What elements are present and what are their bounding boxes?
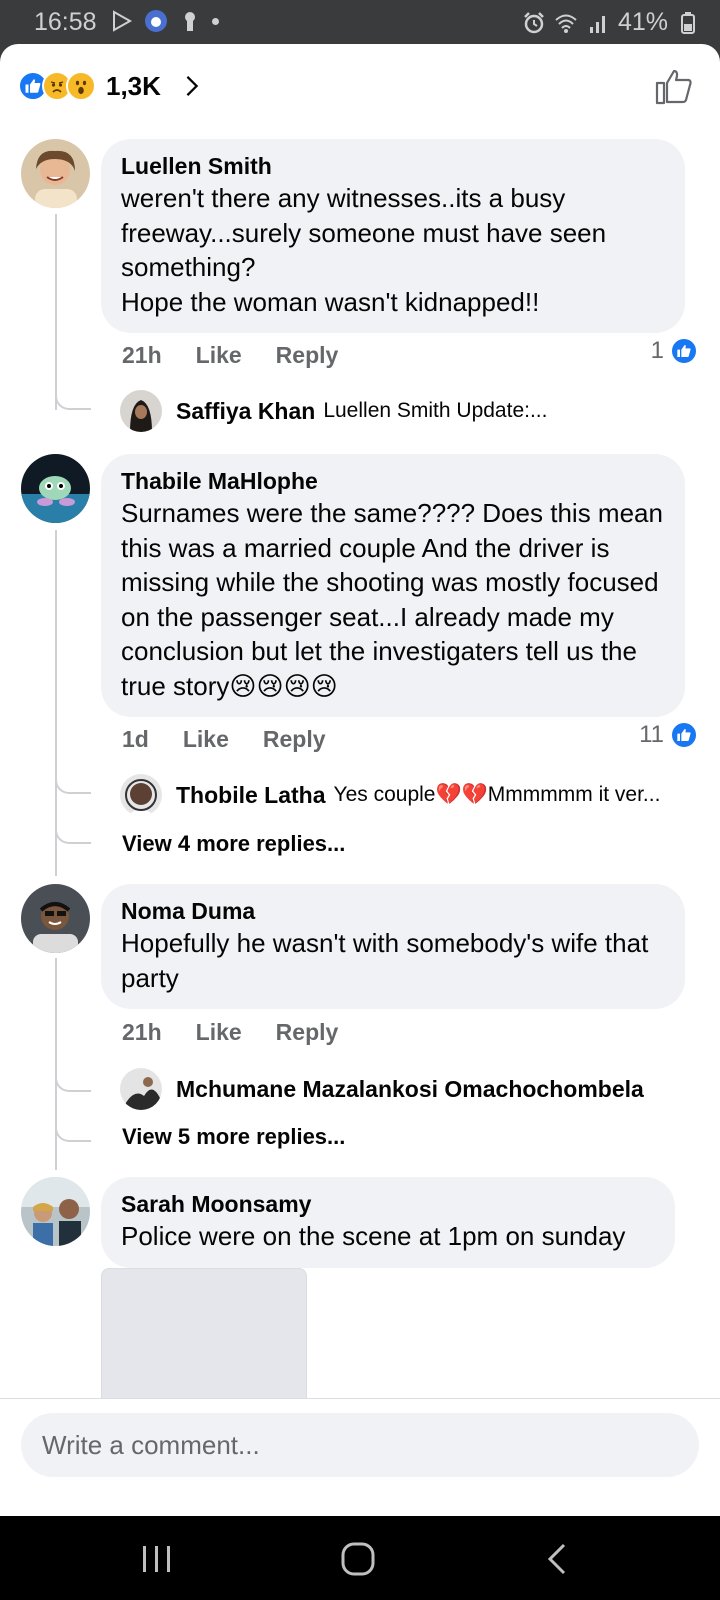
reaction-count: 1,3K [106,70,161,101]
view-more-replies-link[interactable]: View 4 more replies... [122,831,345,857]
like-post-icon[interactable] [654,66,694,106]
reply-author: Mchumane Mazalankosi Omachochombela [176,1075,644,1102]
comment-text: Surnames were the same???? Does this mea… [121,498,663,701]
status-bar: 16:58 41% [0,0,720,46]
like-button[interactable]: Like [196,1019,242,1046]
reply-button[interactable]: Reply [263,726,326,753]
comment-like-count[interactable]: 1 [651,337,698,365]
thread-line [55,530,57,876]
avatar [120,1068,162,1110]
comment-like-count[interactable]: 11 [639,721,698,749]
thread-line [55,958,57,1170]
avatar[interactable] [21,884,90,953]
like-reaction-icon [670,337,698,365]
avatar [120,774,162,816]
comment-attachment[interactable] [101,1268,307,1408]
notification-dot-icon [212,17,219,25]
status-time: 16:58 [34,8,97,36]
wow-reaction-icon [66,71,96,101]
comment-author[interactable]: Luellen Smith [121,151,665,181]
comment-text: weren't there any witnesses..its a busy … [121,183,607,317]
recent-apps-icon[interactable] [137,1542,177,1576]
like-button[interactable]: Like [196,342,242,369]
system-nav-bar [0,1516,720,1600]
comment-text: Police were on the scene at 1pm on sunda… [121,1221,626,1251]
reply-button[interactable]: Reply [276,1019,339,1046]
write-comment-input[interactable] [21,1413,699,1477]
status-right-icons: 41% [522,8,700,37]
reactions-summary[interactable]: 1,3K [18,64,203,108]
wifi-icon [555,14,577,33]
avatar[interactable] [21,139,90,208]
comment-composer [0,1398,720,1490]
reply-preview[interactable]: Thobile Latha Yes couple💔💔Mmmmmm it ver.… [120,774,660,816]
comment-actions: 1d Like Reply [122,726,326,753]
reply-author: Thobile Latha [176,781,326,808]
thread-hook [55,392,91,410]
home-icon[interactable] [338,1542,378,1576]
news-app-icon [145,10,167,32]
thread-hook [55,826,91,844]
play-store-icon [113,10,133,32]
like-button[interactable]: Like [183,726,229,753]
avatar[interactable] [21,454,90,523]
comment-author[interactable]: Thabile MaHlophe [121,466,665,496]
comment-bubble[interactable]: Noma Duma Hopefully he wasn't with someb… [101,884,685,1009]
comment-time[interactable]: 21h [122,342,162,369]
reply-button[interactable]: Reply [276,342,339,369]
comment-author[interactable]: Sarah Moonsamy [121,1189,655,1219]
comment-actions: 21h Like Reply [122,1019,338,1046]
avatar [120,390,162,432]
view-more-replies-link[interactable]: View 5 more replies... [122,1124,345,1150]
comment-bubble[interactable]: Sarah Moonsamy Police were on the scene … [101,1177,675,1268]
thread-hook [55,1124,91,1142]
reply-preview[interactable]: Saffiya Khan Luellen Smith Update:... [120,390,547,432]
thread-hook [55,776,91,794]
like-count-value: 1 [650,337,664,364]
keyhole-icon [185,12,195,31]
reply-author: Saffiya Khan [176,397,316,424]
comment-text: Hopefully he wasn't with somebody's wife… [121,928,649,993]
like-count-value: 11 [639,721,664,748]
battery-icon [681,11,695,34]
reply-preview[interactable]: Mchumane Mazalankosi Omachochombela [120,1068,652,1110]
comments-sheet: 1,3K Luellen Smith weren't there any wit… [0,44,720,1516]
back-icon[interactable] [538,1542,578,1576]
comment-time[interactable]: 21h [122,1019,162,1046]
battery-percent: 41% [617,8,668,36]
comment-bubble[interactable]: Thabile MaHlophe Surnames were the same?… [101,454,685,717]
comment-actions: 21h Like Reply [122,342,338,369]
thread-hook [55,1074,91,1092]
comment-bubble[interactable]: Luellen Smith weren't there any witnesse… [101,139,685,333]
comment-author[interactable]: Noma Duma [121,896,665,926]
comment-time[interactable]: 1d [122,726,149,753]
signal-icon [589,15,605,33]
alarm-icon [524,11,544,33]
reply-text: Yes couple💔💔Mmmmmm it ver... [333,783,661,806]
thread-line [55,214,57,410]
avatar[interactable] [21,1177,90,1246]
reply-text: Luellen Smith Update:... [323,399,548,422]
chevron-right-icon [186,76,199,96]
status-left-icons [110,9,219,33]
like-reaction-icon [670,721,698,749]
